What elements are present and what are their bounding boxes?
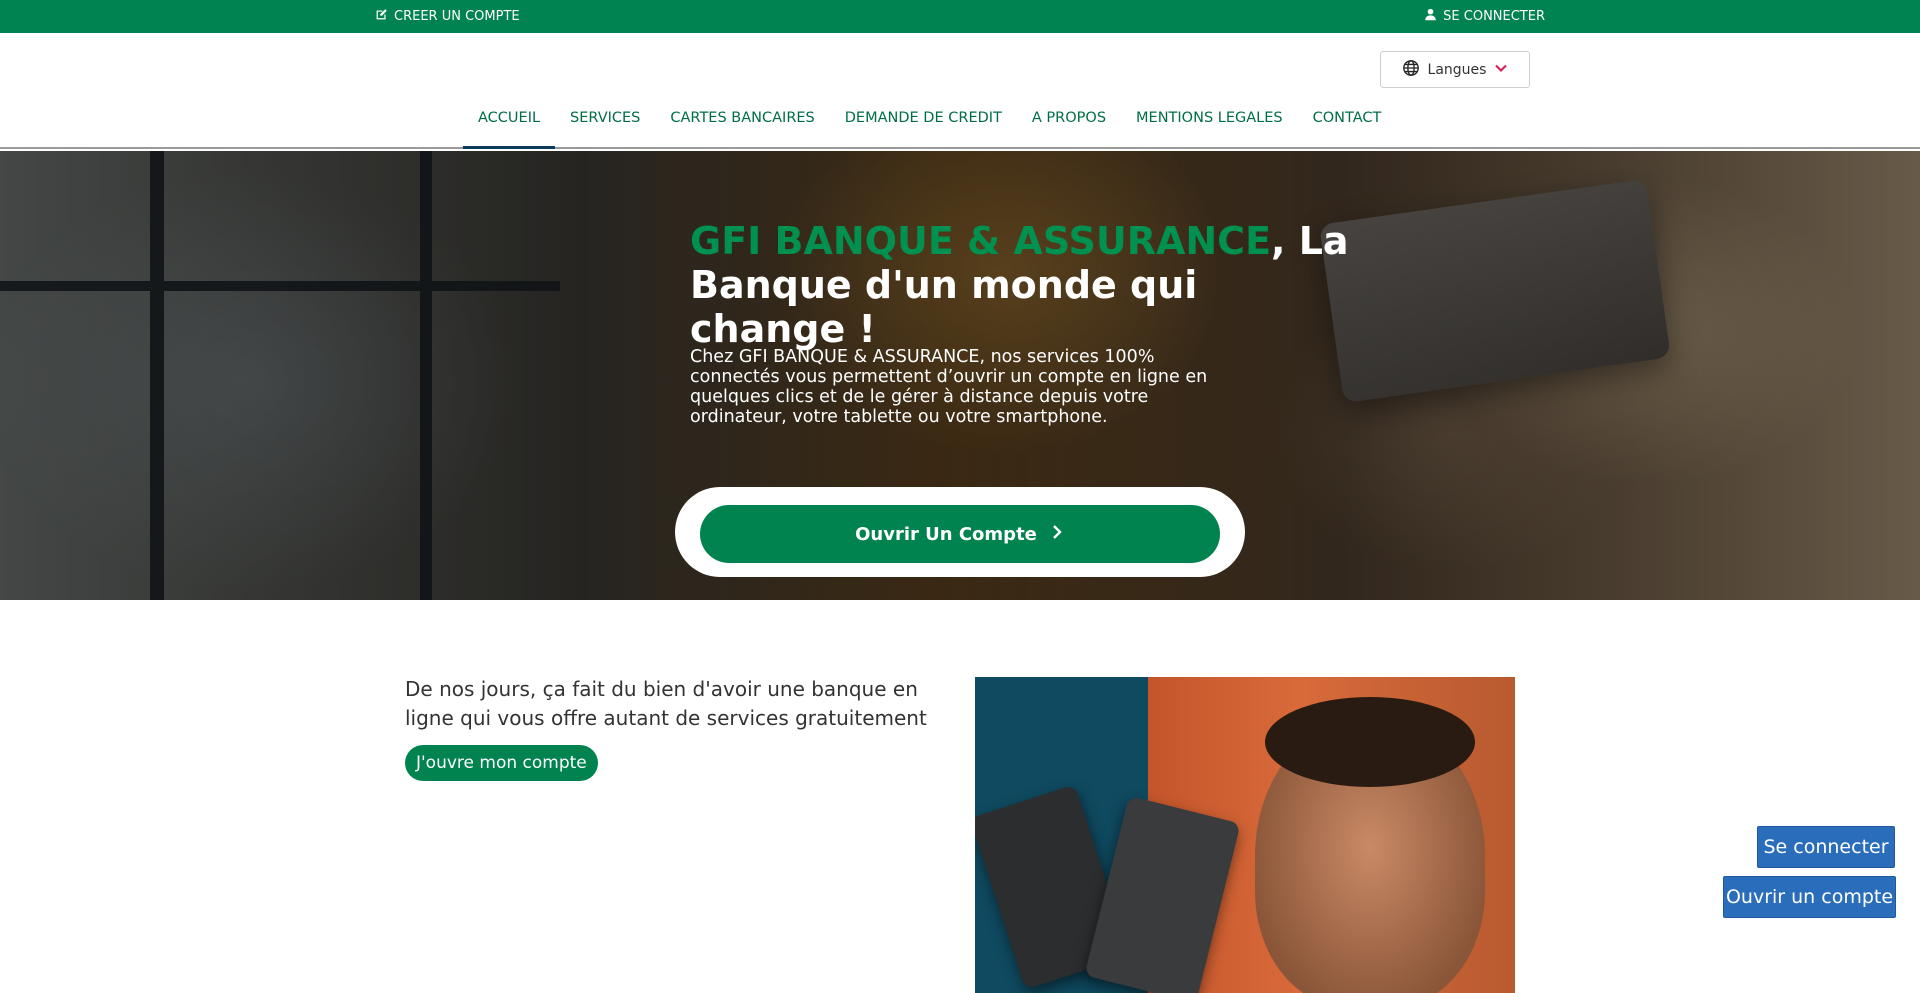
user-icon — [1424, 8, 1437, 25]
main-nav: ACCUEIL SERVICES CARTES BANCAIRES DEMAND… — [463, 88, 1397, 149]
create-account-link[interactable]: CREER UN COMPTE — [375, 8, 520, 25]
intro-text: De nos jours, ça fait du bien d'avoir un… — [405, 677, 927, 730]
hero-description: Chez GFI BANQUE & ASSURANCE, nos service… — [690, 347, 1208, 427]
top-bar: CREER UN COMPTE SE CONNECTER — [0, 0, 1920, 33]
site-header: Langues ACCUEIL SERVICES CARTES BANCAIRE… — [0, 33, 1920, 149]
create-account-label: CREER UN COMPTE — [394, 9, 520, 24]
chevron-right-icon — [1049, 524, 1065, 545]
promo-photo — [975, 677, 1515, 993]
globe-icon — [1402, 59, 1420, 81]
open-account-label: Ouvrir Un Compte — [855, 523, 1037, 545]
nav-item-demande-de-credit[interactable]: DEMANDE DE CREDIT — [830, 88, 1017, 147]
nav-item-contact[interactable]: CONTACT — [1298, 88, 1397, 147]
nav-item-accueil[interactable]: ACCUEIL — [463, 88, 556, 149]
chevron-down-icon — [1494, 61, 1508, 79]
hero-title: GFI BANQUE & ASSURANCE, La Banque d'un m… — [690, 219, 1350, 351]
nav-item-cartes-bancaires[interactable]: CARTES BANCAIRES — [655, 88, 829, 147]
credit-card-image — [1084, 795, 1241, 993]
nav-item-mentions-legales[interactable]: MENTIONS LEGALES — [1121, 88, 1298, 147]
login-label: SE CONNECTER — [1443, 9, 1545, 24]
nav-item-a-propos[interactable]: A PROPOS — [1017, 88, 1121, 147]
jouvre-mon-compte-button[interactable]: J'ouvre mon compte — [405, 745, 598, 781]
login-link[interactable]: SE CONNECTER — [1424, 8, 1545, 25]
hero-title-brand: GFI BANQUE & ASSURANCE — [690, 219, 1272, 263]
hero-banner: GFI BANQUE & ASSURANCE, La Banque d'un m… — [0, 151, 1920, 600]
edit-icon — [375, 8, 388, 25]
open-account-button[interactable]: Ouvrir Un Compte — [700, 505, 1220, 563]
language-button[interactable]: Langues — [1380, 51, 1530, 88]
floating-open-account-button[interactable]: Ouvrir un compte — [1723, 876, 1896, 918]
nav-item-services[interactable]: SERVICES — [555, 88, 655, 147]
smiling-man-hair — [1265, 697, 1475, 787]
hero-cta-container: Ouvrir Un Compte — [675, 487, 1245, 577]
floating-login-button[interactable]: Se connecter — [1757, 826, 1895, 868]
language-label: Langues — [1427, 61, 1487, 78]
